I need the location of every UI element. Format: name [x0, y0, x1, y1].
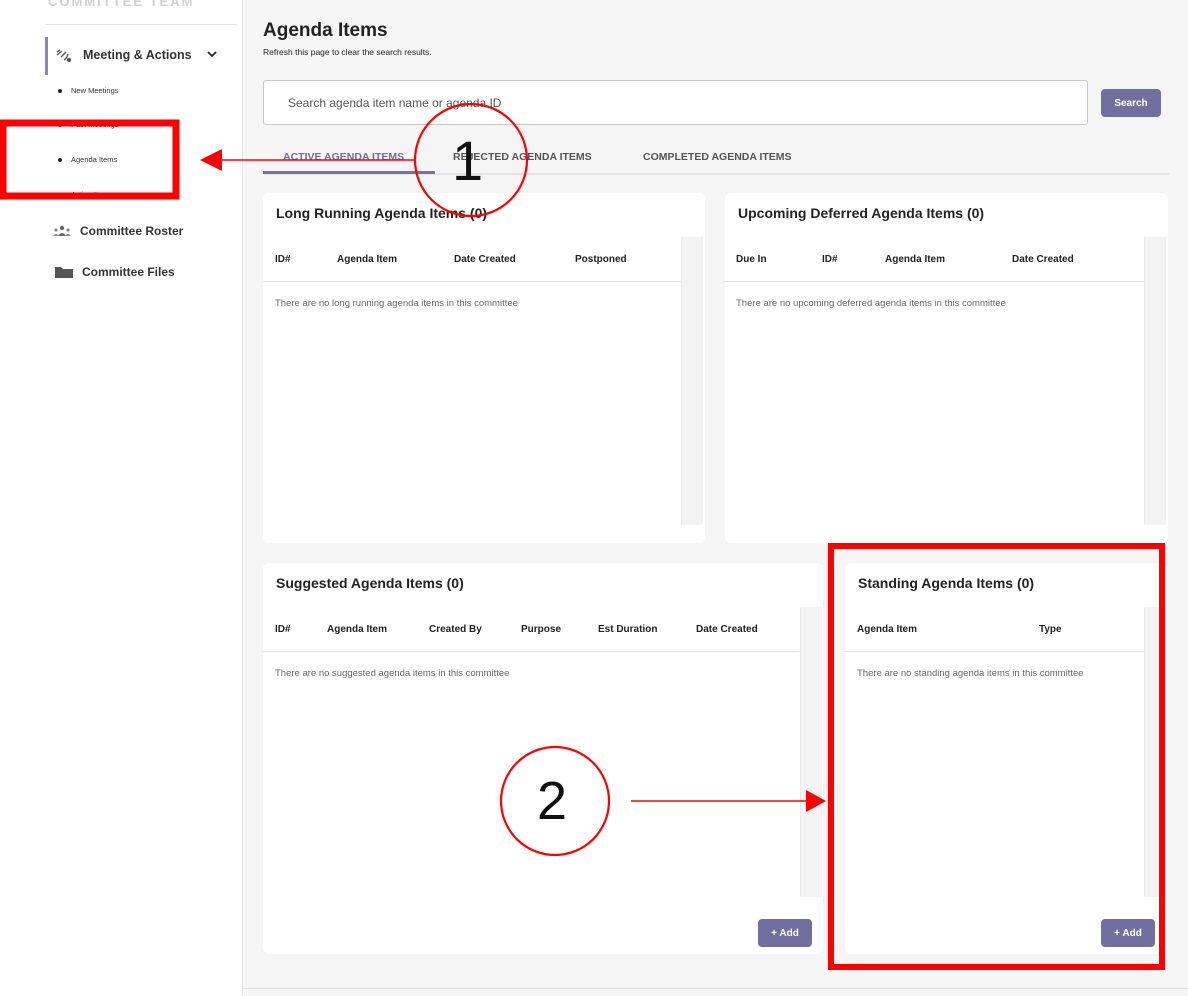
sidebar-subitem-action-items[interactable]: Action Items — [58, 190, 112, 199]
standing-table: Agenda Item Type There are no standing a… — [845, 607, 1144, 898]
folder-icon — [55, 267, 73, 278]
meeting-icon — [56, 49, 72, 63]
column-header[interactable]: ID# — [822, 254, 838, 265]
tab-rejected-agenda-items[interactable]: REJECTED AGENDA ITEMS — [453, 151, 592, 163]
table-header: ID# Agenda Item Date Created Postponed — [263, 237, 681, 282]
column-header[interactable]: Due In — [736, 254, 767, 265]
table-header: Due In ID# Agenda Item Date Created — [725, 237, 1144, 282]
column-header[interactable]: Type — [1039, 624, 1062, 635]
column-header[interactable]: Created By — [429, 624, 482, 635]
panel-title: Suggested Agenda Items (0) — [276, 575, 464, 591]
sidebar-section-label: Meeting & Actions — [83, 48, 192, 62]
scrollbar[interactable] — [1144, 237, 1166, 525]
sidebar-item-committee-roster[interactable]: Committee Roster — [52, 224, 183, 238]
page-subtitle: Refresh this page to clear the search re… — [263, 47, 432, 57]
sidebar-title: COMMITTEE TEAM — [48, 0, 195, 9]
table-header: ID# Agenda Item Created By Purpose Est D… — [263, 607, 799, 652]
column-header[interactable]: Agenda Item — [327, 624, 387, 635]
column-header[interactable]: Agenda Item — [885, 254, 945, 265]
sidebar-subitem-new-meetings[interactable]: New Meetings — [58, 86, 119, 95]
active-indicator — [45, 37, 48, 75]
bullet-icon — [58, 192, 62, 197]
sidebar-item-label: Committee Files — [82, 265, 175, 279]
panel-title: Long Running Agenda Items (0) — [276, 205, 488, 221]
search-button[interactable]: Search — [1101, 89, 1161, 117]
sidebar-subitem-label: Past Meetings — [71, 120, 119, 129]
search-input[interactable] — [263, 80, 1088, 125]
panel-title: Standing Agenda Items (0) — [858, 575, 1035, 591]
panel-title: Upcoming Deferred Agenda Items (0) — [738, 205, 985, 221]
add-suggested-button[interactable]: + Add — [758, 919, 812, 947]
scrollbar[interactable] — [1144, 607, 1166, 897]
sidebar-subitem-label: New Meetings — [71, 86, 119, 95]
bullet-icon — [58, 88, 62, 93]
empty-message: There are no long running agenda items i… — [275, 298, 518, 309]
empty-message: There are no upcoming deferred agenda it… — [736, 298, 1006, 309]
tab-active-agenda-items[interactable]: ACTIVE AGENDA ITEMS — [283, 151, 404, 163]
people-icon — [53, 225, 71, 236]
sidebar-subitem-past-meetings[interactable]: Past Meetings — [58, 120, 119, 129]
standing-panel: Standing Agenda Items (0) Agenda Item Ty… — [845, 563, 1168, 954]
bullet-icon — [58, 157, 62, 162]
add-standing-button[interactable]: + Add — [1101, 919, 1155, 947]
sidebar-section-meeting-actions[interactable]: Meeting & Actions — [45, 37, 237, 75]
scrollbar[interactable] — [800, 607, 822, 897]
upcoming-deferred-panel: Upcoming Deferred Agenda Items (0) Due I… — [725, 193, 1168, 543]
page-title: Agenda Items — [263, 20, 388, 41]
long-running-table: ID# Agenda Item Date Created Postponed T… — [263, 237, 681, 543]
suggested-panel: Suggested Agenda Items (0) ID# Agenda It… — [263, 563, 823, 954]
column-header[interactable]: Est Duration — [598, 624, 657, 635]
tab-bar: ACTIVE AGENDA ITEMS REJECTED AGENDA ITEM… — [263, 145, 1169, 175]
column-header[interactable]: Postponed — [575, 254, 627, 265]
column-header[interactable]: Agenda Item — [337, 254, 397, 265]
tab-completed-agenda-items[interactable]: COMPLETED AGENDA ITEMS — [643, 151, 792, 163]
column-header[interactable]: Purpose — [521, 624, 561, 635]
app-root: COMMITTEE TEAM Meeting & Actions New Mee… — [0, 0, 1188, 996]
sidebar-subitem-agenda-items[interactable]: Agenda Items — [58, 155, 117, 164]
chevron-down-icon[interactable] — [205, 47, 219, 61]
empty-message: There are no suggested agenda items in t… — [275, 668, 510, 679]
scrollbar[interactable] — [681, 237, 703, 525]
empty-message: There are no standing agenda items in th… — [857, 668, 1084, 679]
sidebar-divider — [45, 24, 237, 25]
upcoming-deferred-table: Due In ID# Agenda Item Date Created Ther… — [725, 237, 1144, 543]
column-header[interactable]: Date Created — [696, 624, 758, 635]
sidebar-subitem-label: Agenda Items — [71, 155, 118, 164]
active-tab-indicator — [263, 171, 435, 174]
long-running-panel: Long Running Agenda Items (0) ID# Agenda… — [263, 193, 705, 543]
suggested-table: ID# Agenda Item Created By Purpose Est D… — [263, 607, 799, 898]
sidebar: COMMITTEE TEAM Meeting & Actions New Mee… — [0, 0, 242, 996]
main-bottom-divider — [242, 988, 1188, 989]
column-header[interactable]: ID# — [275, 254, 291, 265]
bullet-icon — [58, 122, 62, 127]
sidebar-item-committee-files[interactable]: Committee Files — [54, 265, 175, 279]
sidebar-subitem-label: Action Items — [71, 190, 113, 199]
column-header[interactable]: Agenda Item — [857, 624, 917, 635]
column-header[interactable]: Date Created — [454, 254, 516, 265]
column-header[interactable]: Date Created — [1012, 254, 1074, 265]
table-header: Agenda Item Type — [845, 607, 1144, 652]
column-header[interactable]: ID# — [275, 624, 291, 635]
sidebar-item-label: Committee Roster — [80, 224, 184, 238]
